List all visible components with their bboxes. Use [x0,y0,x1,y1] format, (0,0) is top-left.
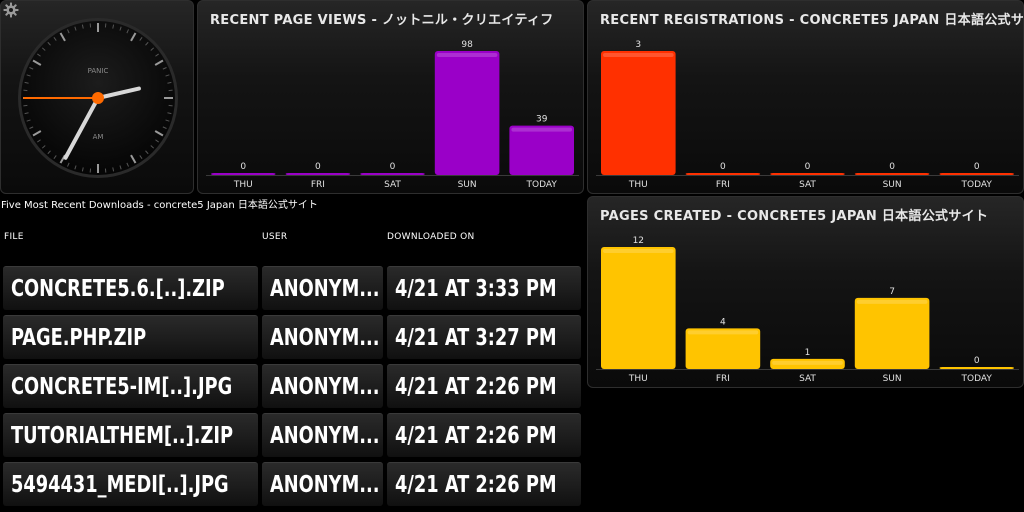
chart-category-label: FRI [716,180,730,190]
download-date-cell: 4/21 AT 2:26 PM [387,364,581,408]
clock-brand-label: PANIC [88,67,109,75]
download-user-cell: ANONYM... [262,462,383,506]
downloads-column-file: FILE [4,232,24,242]
chart-category-label: SAT [799,180,816,190]
page-views-chart: 0 THU 0 FRI 0 SAT 98 SUN 39 TODAY [206,40,579,190]
chart-bar [854,173,930,175]
clock-panel: PANIC AM [0,0,194,194]
download-file-cell: CONCRETE5.6.[..].ZIP [3,266,258,310]
chart-bar [211,173,276,175]
chart-category-label: SUN [883,180,902,190]
registrations-title: RECENT REGISTRATIONS - CONCRETE5 JAPAN 日… [600,13,1024,28]
pages-created-panel: PAGES CREATED - CONCRETE5 JAPAN 日本語公式サイト… [587,196,1024,388]
download-user-cell: ANONYM... [262,266,383,310]
chart-category-label: FRI [716,374,730,384]
chart-bar [685,328,761,369]
chart-bar-highlight [772,360,843,365]
chart-category-label: THU [233,180,253,190]
chart-bar-highlight [603,249,674,253]
chart-bar-highlight [687,330,759,335]
chart-data-label: 0 [805,162,811,172]
download-date-cell: 4/21 AT 3:27 PM [387,315,581,359]
download-file-cell: 5494431_MEDI[..].JPG [3,462,258,506]
download-date-cell: 4/21 AT 2:26 PM [387,413,581,457]
chart-category-label: TODAY [961,374,993,384]
downloads-column-date: DOWNLOADED ON [387,232,475,242]
chart-bar [601,51,676,175]
registrations-panel: RECENT REGISTRATIONS - CONCRETE5 JAPAN 日… [587,0,1024,194]
pages-created-title: PAGES CREATED - CONCRETE5 JAPAN 日本語公式サイト [600,209,989,224]
chart-category-label: SUN [458,180,477,190]
chart-data-label: 7 [889,287,895,297]
chart-bar-highlight [436,53,498,57]
chart-category-label: TODAY [961,180,993,190]
chart-data-label: 39 [536,115,548,125]
chart-bar [434,51,500,175]
downloads-title: Five Most Recent Downloads - concrete5 J… [1,200,318,211]
gear-icon[interactable] [3,2,19,18]
chart-category-label: SUN [883,374,902,384]
download-date-cell: 4/21 AT 3:33 PM [387,266,581,310]
registrations-chart: 3 THU 0 FRI 0 SAT 0 SUN 0 TODAY [596,40,1019,190]
chart-data-label: 3 [635,40,641,50]
chart-category-label: SAT [384,180,401,190]
chart-data-label: 0 [974,356,980,366]
chart-data-label: 0 [240,162,246,172]
chart-bar [360,173,425,175]
download-date-cell: 4/21 AT 2:26 PM [387,462,581,506]
chart-data-label: 0 [889,162,895,172]
chart-bar-highlight [856,299,928,304]
chart-data-label: 0 [315,162,321,172]
chart-data-label: 0 [974,162,980,172]
chart-bar [601,247,676,369]
chart-category-label: FRI [311,180,325,190]
chart-bar [939,367,1014,369]
chart-category-label: THU [628,180,648,190]
chart-bar [285,173,351,175]
chart-bar-highlight [511,127,572,132]
chart-category-label: SAT [799,374,816,384]
chart-category-label: THU [628,374,648,384]
pages-created-chart: 12 THU 4 FRI 1 SAT 7 SUN 0 TODAY [596,236,1019,384]
download-user-cell: ANONYM... [262,364,383,408]
chart-bar [509,125,574,175]
clock-center-pin [92,92,104,104]
chart-data-label: 0 [720,162,726,172]
chart-data-label: 12 [633,236,644,246]
chart-data-label: 0 [390,162,396,172]
download-user-cell: ANONYM... [262,413,383,457]
page-views-title: RECENT PAGE VIEWS - ノットニル・クリエイティフ [210,13,554,28]
chart-data-label: 1 [805,348,811,358]
chart-bar-highlight [603,53,674,57]
chart-data-label: 4 [720,317,726,327]
chart-bar [770,173,845,175]
chart-bar [939,173,1014,175]
download-file-cell: PAGE.PHP.ZIP [3,315,258,359]
clock-ampm-label: AM [93,133,104,141]
chart-bar [854,297,930,369]
chart-data-label: 98 [461,40,473,50]
page-views-panel: RECENT PAGE VIEWS - ノットニル・クリエイティフ 0 THU 0 F… [197,0,584,194]
downloads-column-user: USER [262,232,288,242]
download-file-cell: TUTORIALTHEM[..].ZIP [3,413,258,457]
download-file-cell: CONCRETE5-IM[..].JPG [3,364,258,408]
chart-category-label: TODAY [526,180,558,190]
chart-bar [685,173,761,175]
download-user-cell: ANONYM... [262,315,383,359]
analog-clock: PANIC AM [18,18,178,178]
